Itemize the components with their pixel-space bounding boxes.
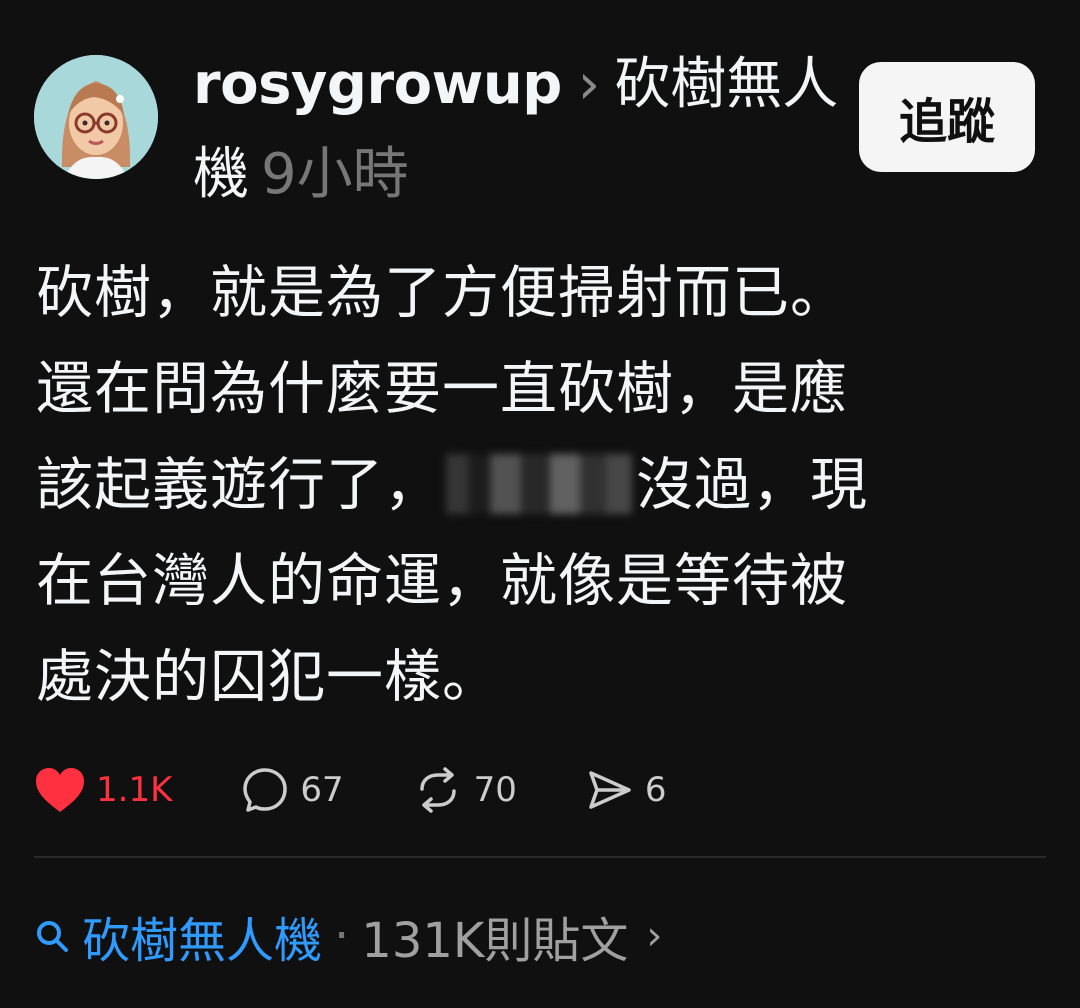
avatar-illustration (34, 55, 158, 179)
post-header: rosygrowup › 砍樹無人機 9小時 (193, 40, 843, 220)
divider (34, 856, 1046, 858)
post-text-fragment: 沒過，現 (636, 452, 868, 518)
footer-topic-name: 砍樹無人機 (82, 913, 323, 969)
post-text-line: 該起義遊行了， 沒過，現 (36, 437, 956, 533)
follow-button[interactable]: 追蹤 (859, 62, 1035, 172)
send-icon (589, 771, 631, 809)
search-icon (37, 921, 68, 952)
username-link[interactable]: rosygrowup (193, 52, 562, 117)
topic-post-count: 131K則貼文 (361, 913, 629, 969)
action-bar: 1.1K 67 70 6 (34, 760, 667, 820)
post-text-fragment: 該起義遊行了， (36, 452, 442, 518)
post-text-line: 砍樹，就是為了方便掃射而已。 (36, 260, 848, 326)
post-text: 砍樹，就是為了方便掃射而已。 還在問為什麼要一直砍樹，是應 該起義遊行了， 沒過，… (36, 245, 956, 725)
blurred-text (446, 454, 632, 514)
post-text-line: 在台灣人的命運，就像是等待被 (36, 548, 848, 614)
share-count: 6 (644, 770, 667, 810)
avatar[interactable] (34, 55, 158, 179)
comment-count: 67 (300, 770, 344, 810)
post-timestamp: 9小時 (261, 142, 409, 207)
comment-button[interactable]: 67 (240, 765, 344, 815)
comment-bubble-icon (243, 768, 288, 812)
heart-icon (36, 768, 84, 812)
post-text-line: 處決的囚犯一樣。 (36, 644, 500, 710)
repost-button[interactable]: 70 (412, 765, 517, 815)
like-count: 1.1K (96, 770, 173, 810)
chevron-right-icon: › (646, 913, 663, 959)
like-button[interactable]: 1.1K (34, 766, 172, 814)
chevron-right-icon: › (577, 52, 601, 117)
separator-dot: · (334, 908, 350, 964)
share-button[interactable]: 6 (585, 765, 667, 815)
post-text-line: 還在問為什麼要一直砍樹，是應 (36, 356, 848, 422)
repost-icon (419, 767, 456, 813)
repost-count: 70 (473, 770, 517, 810)
topic-footer-link[interactable]: 砍樹無人機 · 131K則貼文 › (34, 896, 662, 976)
